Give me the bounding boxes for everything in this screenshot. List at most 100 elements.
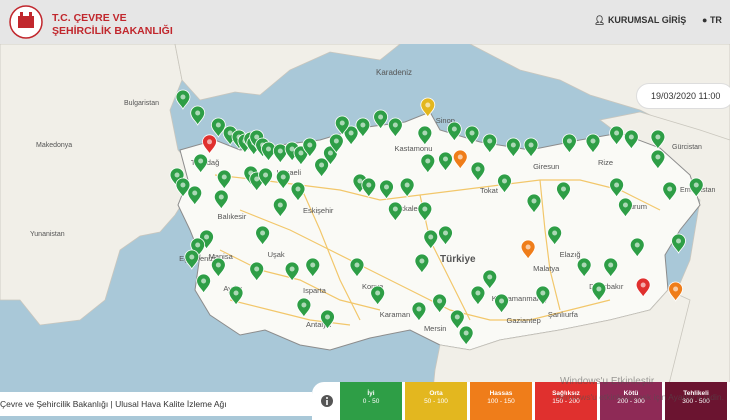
leaf-icon [469, 130, 475, 136]
leaf-icon [348, 130, 354, 136]
leaf-icon [443, 156, 448, 162]
leaf-icon [307, 142, 313, 148]
leaf-icon [254, 134, 260, 140]
leaf-icon [525, 244, 531, 250]
leaf-icon [457, 154, 463, 160]
legend-item: Hassas 100 - 150 [470, 382, 532, 420]
leaf-icon [301, 302, 307, 308]
leaf-icon [207, 139, 212, 145]
city-label: Elazığ [560, 250, 581, 259]
leaf-icon [180, 182, 186, 188]
leaf-icon [628, 134, 634, 140]
leaf-icon [673, 286, 679, 292]
user-icon: 👤︎ [594, 15, 608, 25]
leaf-icon [327, 150, 333, 156]
top-bar: T.C. ÇEVRE VE ŞEHİRCİLİK BAKANLIĞI 👤︎ KU… [0, 0, 730, 44]
leaf-icon [475, 290, 481, 296]
leaf-icon [614, 182, 620, 188]
leaf-icon [392, 122, 398, 128]
leaf-icon [357, 178, 363, 184]
leaf-icon [499, 298, 505, 304]
leaf-icon [354, 262, 360, 268]
ministry-emblem-icon [9, 5, 43, 39]
map-canvas[interactable]: Karadeniz Türkiye Bulgaristan Makedonya … [0, 0, 730, 420]
leaf-icon [614, 130, 620, 136]
leaf-icon [596, 286, 602, 292]
neighbor-label: Gürcistan [672, 144, 702, 151]
date-time-value: 19/03/2020 11:00 [651, 91, 721, 101]
leaf-icon [215, 122, 221, 128]
leaf-icon [254, 176, 260, 182]
legend-item-label: Orta [429, 390, 443, 397]
legend-item-range: 50 - 100 [424, 398, 448, 405]
logo-title-line1: T.C. ÇEVRE VE [52, 12, 127, 24]
leaf-icon [676, 238, 682, 244]
leaf-icon [693, 182, 699, 188]
leaf-icon [195, 110, 201, 116]
leaf-icon [392, 206, 398, 212]
leaf-icon [215, 262, 221, 268]
info-icon[interactable] [320, 394, 334, 408]
city-label: Kastamonu [394, 144, 432, 153]
leaf-icon [422, 206, 428, 212]
neighbor-label: Bulgaristan [124, 100, 159, 107]
leaf-icon [422, 130, 428, 136]
leaf-icon [451, 126, 457, 132]
city-label: Isparta [303, 286, 327, 295]
city-label: Mersin [424, 324, 447, 333]
neighbor-label: Makedonya [36, 142, 72, 149]
city-label: Malatya [533, 264, 560, 273]
leaf-icon [475, 166, 481, 172]
leaf-icon [437, 298, 443, 304]
windows-activation-hint: Windows'u etkinleştirmek için Ayarlar'a … [556, 392, 724, 402]
leaf-icon [266, 146, 271, 152]
leaf-icon [552, 230, 558, 236]
city-label: Tokat [480, 186, 499, 195]
leaf-icon [378, 114, 384, 120]
leaf-icon [289, 266, 295, 272]
leaf-icon [510, 142, 516, 148]
leaf-icon [218, 194, 224, 200]
logo-title-line2: ŞEHİRCİLİK BAKANLIĞI [52, 25, 173, 37]
leaf-icon [487, 274, 493, 280]
leaf-icon [289, 146, 295, 152]
windows-activation-watermark: Windows'u Etkinleştir [560, 376, 655, 387]
city-label: Uşak [268, 250, 285, 259]
language-selector[interactable]: ● TR [702, 15, 722, 25]
leaf-icon [298, 150, 304, 156]
city-label: Eskişehir [303, 206, 334, 215]
city-label: Giresun [533, 162, 559, 171]
leaf-icon [189, 254, 195, 260]
footer-caption: Çevre ve Şehircilik Bakanlığı | Ulusal H… [0, 392, 312, 416]
leaf-icon [204, 234, 210, 240]
legend-item: İyi 0 - 50 [340, 382, 402, 420]
leaf-icon [277, 202, 283, 208]
leaf-icon [384, 184, 389, 190]
legend-item: Orta 50 - 100 [405, 382, 467, 420]
leaf-icon [667, 186, 673, 192]
globe-icon: ● [702, 15, 710, 25]
date-time-selector[interactable]: 19/03/2020 11:00 [636, 83, 730, 109]
leaf-icon [295, 186, 301, 192]
leaf-icon [195, 242, 201, 248]
leaf-icon [366, 182, 372, 188]
leaf-icon [339, 120, 345, 126]
city-label: Karaman [380, 310, 410, 319]
leaf-icon [528, 142, 534, 148]
leaf-icon [463, 330, 469, 336]
leaf-icon [198, 158, 204, 164]
leaf-icon [454, 314, 460, 320]
leaf-icon [260, 230, 266, 236]
leaf-icon [263, 172, 269, 178]
leaf-icon [280, 174, 286, 180]
leaf-icon [425, 158, 431, 164]
leaf-icon [233, 290, 239, 296]
leaf-icon [608, 262, 614, 268]
corporate-login-link[interactable]: 👤︎ KURUMSAL GİRİŞ [594, 15, 686, 26]
ministry-logo[interactable]: T.C. ÇEVRE VE ŞEHİRCİLİK BAKANLIĞI [8, 4, 178, 44]
leaf-icon [540, 290, 546, 296]
legend-item-range: 100 - 150 [487, 398, 515, 405]
leaf-icon [277, 148, 283, 154]
leaf-icon [192, 190, 198, 196]
leaf-icon [622, 202, 628, 208]
